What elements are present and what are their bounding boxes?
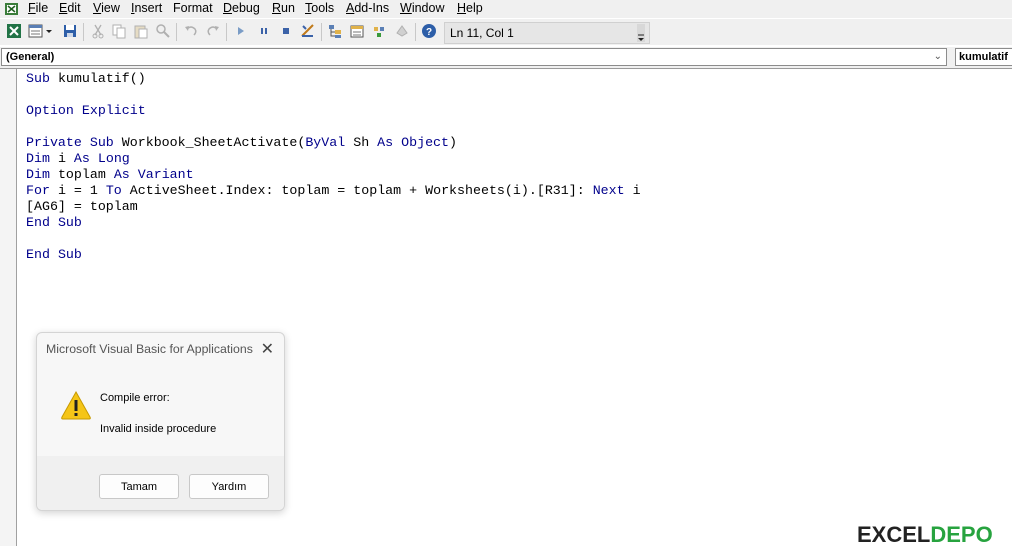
design-mode-icon[interactable] [300,23,316,39]
code-window-header: (General) ⌄ kumulatif [0,47,1012,69]
menu-insert[interactable]: Insert [131,1,162,15]
code-line[interactable] [26,87,641,103]
run-icon[interactable] [233,23,249,39]
save-icon[interactable] [62,23,78,39]
cursor-position-text: Ln 11, Col 1 [450,26,514,40]
menu-run[interactable]: Run [272,1,295,15]
code-line[interactable]: Private Sub Workbook_SheetActivate(ByVal… [26,135,641,151]
procedure-combo-value: kumulatif [959,51,1008,63]
find-icon[interactable] [155,23,171,39]
break-icon[interactable] [256,23,272,39]
paste-icon[interactable] [133,23,149,39]
toolbar-separator [321,23,322,41]
standard-toolbar: ? Ln 11, Col 1 [0,19,1012,45]
reset-icon[interactable] [278,23,294,39]
insert-module-icon[interactable] [28,23,44,39]
menu-add-ins[interactable]: Add-Ins [346,1,389,15]
cut-icon[interactable] [90,23,106,39]
menu-tools[interactable]: Tools [305,1,334,15]
help-icon[interactable]: ? [421,23,437,39]
watermark-part2: DEPO [930,522,993,547]
object-browser-icon[interactable] [371,23,387,39]
undo-icon[interactable] [183,23,199,39]
menu-help[interactable]: Help [457,1,483,15]
code-line[interactable] [26,231,641,247]
compile-error-dialog: Microsoft Visual Basic for Applications … [36,332,285,511]
ok-button[interactable]: Tamam [99,474,179,499]
code-line[interactable]: For i = 1 To ActiveSheet.Index: toplam =… [26,183,641,199]
error-title: Compile error: [100,392,170,404]
code-line[interactable]: Sub kumulatif() [26,71,641,87]
menu-format[interactable]: Format [173,1,213,15]
dialog-title: Microsoft Visual Basic for Applications [46,342,253,356]
toolbar-separator [83,23,84,41]
code-margin[interactable] [0,69,17,546]
close-icon[interactable]: ✕ [261,339,274,359]
error-message: Invalid inside procedure [100,423,217,435]
code-editor[interactable]: Sub kumulatif() Option Explicit Private … [26,71,641,263]
svg-text:?: ? [426,27,432,38]
chevron-down-icon[interactable]: ⌄ [934,51,942,62]
code-line[interactable]: Option Explicit [26,103,641,119]
project-explorer-icon[interactable] [327,23,343,39]
code-line[interactable]: [AG6] = toplam [26,199,641,215]
watermark-part1: EXCEL [857,522,931,547]
excel-view-icon[interactable] [6,23,22,39]
object-combo-value: (General) [6,51,55,63]
watermark-logo: EXCELDEPO [857,522,993,548]
menu-bar: File Edit View Insert Format Debug Run T… [0,0,1012,18]
menu-file[interactable]: File [28,1,48,15]
vba-app-icon[interactable] [4,1,20,17]
menu-debug[interactable]: Debug [223,1,260,15]
warning-icon [61,390,91,420]
code-line[interactable]: End Sub [26,247,641,263]
toolbar-separator [415,23,416,41]
code-line[interactable] [26,119,641,135]
object-combo[interactable]: (General) ⌄ [1,48,947,66]
code-line[interactable]: Dim i As Long [26,151,641,167]
help-button[interactable]: Yardım [189,474,269,499]
redo-icon[interactable] [205,23,221,39]
code-line[interactable]: End Sub [26,215,641,231]
toolbar-options-icon[interactable] [636,23,646,43]
toolbox-icon[interactable] [394,23,410,39]
menu-view[interactable]: View [93,1,120,15]
properties-window-icon[interactable] [349,23,365,39]
dropdown-arrow-icon[interactable] [44,23,54,39]
code-line[interactable]: Dim toplam As Variant [26,167,641,183]
toolbar-separator [226,23,227,41]
toolbar-separator [176,23,177,41]
copy-icon[interactable] [111,23,127,39]
cursor-position-status: Ln 11, Col 1 [444,22,650,44]
menu-edit[interactable]: Edit [59,1,81,15]
procedure-combo[interactable]: kumulatif [955,48,1012,66]
menu-window[interactable]: Window [400,1,444,15]
